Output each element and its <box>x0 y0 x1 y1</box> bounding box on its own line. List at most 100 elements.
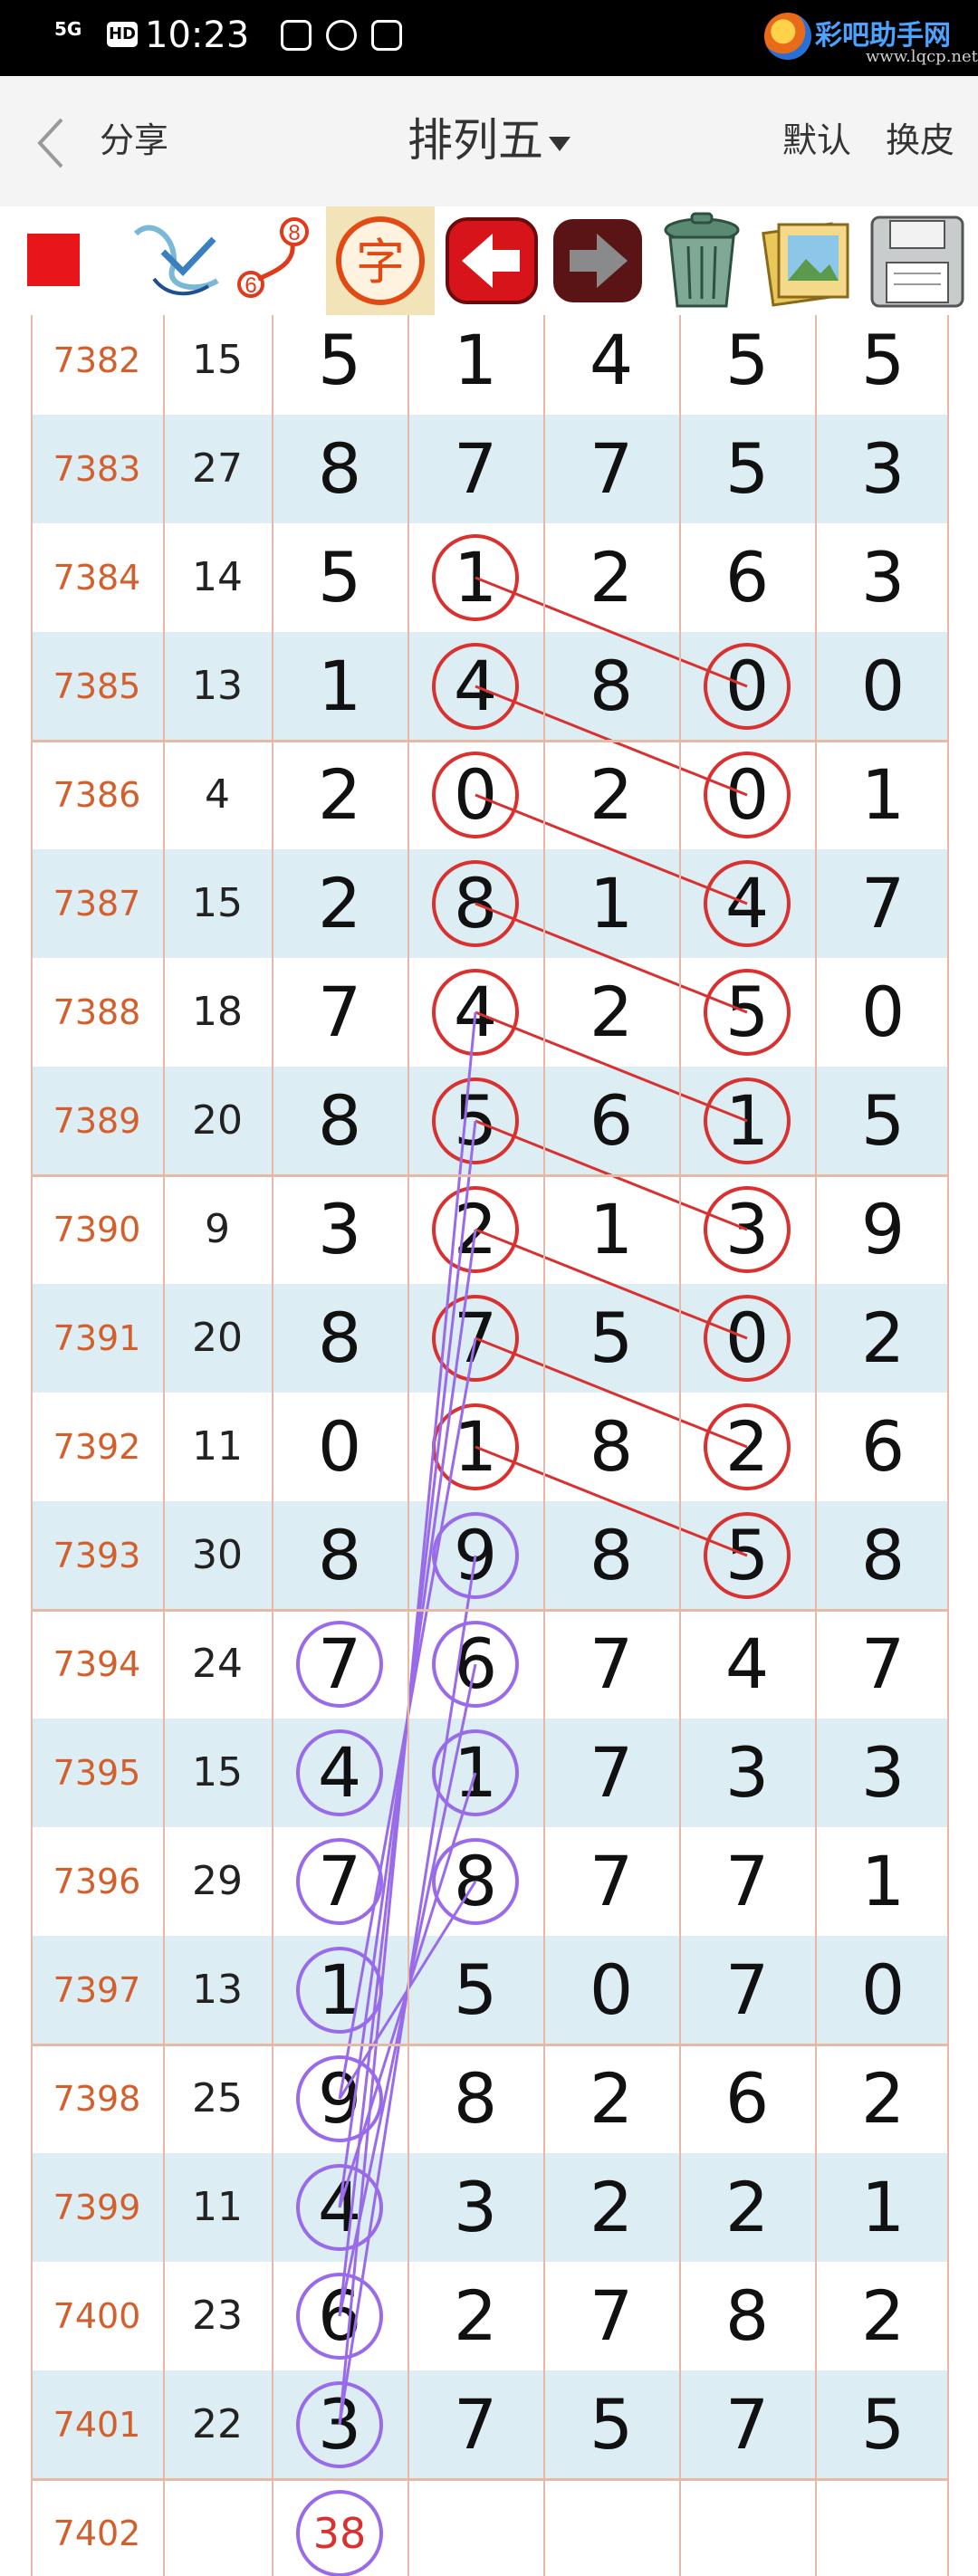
digit-cell-4[interactable]: 5 <box>679 958 815 1067</box>
digit-cell-3[interactable]: 2 <box>543 523 679 632</box>
digit-cell-4[interactable]: 4 <box>679 1610 815 1719</box>
digit-cell-5[interactable]: 7 <box>815 849 949 958</box>
red-square-icon[interactable] <box>27 234 80 286</box>
digit-cell-2[interactable]: 8 <box>408 2045 543 2153</box>
digit-cell-3[interactable]: 7 <box>543 2262 679 2370</box>
digit-cell-3[interactable]: 1 <box>543 1175 679 1284</box>
digit-cell-4[interactable]: 7 <box>679 1827 815 1936</box>
digit-cell-2[interactable]: 1 <box>408 523 543 632</box>
digit-cell-2[interactable]: 6 <box>408 1610 543 1719</box>
digit-cell-5[interactable]: 3 <box>815 523 949 632</box>
digit-cell-2[interactable]: 2 <box>408 1175 543 1284</box>
digit-cell-1[interactable]: 1 <box>272 1936 408 2045</box>
digit-cell-3[interactable]: 7 <box>543 1719 679 1827</box>
digit-cell-1[interactable]: 8 <box>272 1284 408 1393</box>
digit-cell-3[interactable]: 7 <box>543 1610 679 1719</box>
digit-cell-5[interactable]: 8 <box>815 1501 949 1610</box>
digit-cell-4[interactable]: 3 <box>679 1719 815 1827</box>
digit-cell-1[interactable]: 3 <box>272 1175 408 1284</box>
digit-cell-5[interactable]: 6 <box>815 1393 949 1501</box>
digit-cell-5[interactable]: 0 <box>815 1936 949 2045</box>
digit-cell-1[interactable]: 4 <box>272 1719 408 1827</box>
default-button[interactable]: 默认 <box>782 118 851 163</box>
digit-cell-5[interactable]: 0 <box>815 958 949 1067</box>
digit-cell-2[interactable]: 1 <box>408 315 543 415</box>
digit-cell-5[interactable]: 0 <box>815 632 949 741</box>
digit-cell-2[interactable]: 7 <box>408 1284 543 1393</box>
digit-cell-1[interactable]: 7 <box>272 1610 408 1719</box>
digit-cell-2[interactable]: 4 <box>408 958 543 1067</box>
digit-cell-5[interactable]: 9 <box>815 1175 949 1284</box>
digit-cell-5[interactable]: 3 <box>815 1719 949 1827</box>
photos-icon[interactable] <box>759 206 858 315</box>
digit-cell-4[interactable]: 5 <box>679 1501 815 1610</box>
number-link-icon[interactable]: 8 6 <box>231 206 321 315</box>
digit-cell-4[interactable]: 5 <box>679 315 815 415</box>
digit-cell-5[interactable]: 1 <box>815 2153 949 2262</box>
digit-cell-3[interactable]: 5 <box>543 1284 679 1393</box>
digit-cell-4[interactable]: 0 <box>679 741 815 849</box>
character-button[interactable]: 字 <box>326 206 435 315</box>
digit-cell-1[interactable]: 2 <box>272 741 408 849</box>
digit-cell-3[interactable]: 8 <box>543 1501 679 1610</box>
digit-cell-4[interactable]: 4 <box>679 849 815 958</box>
digit-cell-5[interactable]: 1 <box>815 1827 949 1936</box>
digit-cell-4[interactable]: 0 <box>679 632 815 741</box>
digit-cell-3[interactable]: 0 <box>543 1936 679 2045</box>
digit-cell-5[interactable]: 5 <box>815 1067 949 1175</box>
digit-cell-3[interactable]: 4 <box>543 315 679 415</box>
digit-cell-2[interactable]: 3 <box>408 2153 543 2262</box>
digit-cell-5[interactable]: 3 <box>815 415 949 523</box>
digit-cell-5[interactable]: 2 <box>815 2262 949 2370</box>
digit-cell-3[interactable]: 7 <box>543 1827 679 1936</box>
digit-cell-1[interactable]: 9 <box>272 2045 408 2153</box>
digit-cell-3[interactable]: 8 <box>543 632 679 741</box>
skin-button[interactable]: 换皮 <box>886 118 954 163</box>
digit-cell-4[interactable]: 5 <box>679 415 815 523</box>
digit-cell-1[interactable]: 8 <box>272 415 408 523</box>
digit-cell-1[interactable]: 3 <box>272 2370 408 2479</box>
digit-cell-1[interactable]: 7 <box>272 958 408 1067</box>
digit-cell-3[interactable]: 5 <box>543 2370 679 2479</box>
digit-cell-3[interactable]: 2 <box>543 741 679 849</box>
digit-cell-3[interactable]: 2 <box>543 958 679 1067</box>
digit-cell-4[interactable]: 6 <box>679 2045 815 2153</box>
digit-cell-4[interactable]: 1 <box>679 1067 815 1175</box>
digit-cell-2[interactable]: 7 <box>408 2370 543 2479</box>
digit-cell-3[interactable] <box>543 2479 679 2576</box>
digit-cell-3[interactable]: 8 <box>543 1393 679 1501</box>
digit-cell-5[interactable]: 2 <box>815 1284 949 1393</box>
digit-cell-4[interactable]: 2 <box>679 1393 815 1501</box>
digit-cell-4[interactable]: 2 <box>679 2153 815 2262</box>
digit-cell-5[interactable]: 5 <box>815 315 949 415</box>
digit-cell-1[interactable]: 38 <box>272 2479 408 2576</box>
digit-cell-1[interactable]: 6 <box>272 2262 408 2370</box>
digit-cell-3[interactable]: 7 <box>543 415 679 523</box>
digit-cell-2[interactable]: 4 <box>408 632 543 741</box>
digit-cell-4[interactable]: 0 <box>679 1284 815 1393</box>
digit-cell-4[interactable]: 7 <box>679 2370 815 2479</box>
digit-cell-1[interactable]: 7 <box>272 1827 408 1936</box>
save-icon[interactable] <box>865 206 969 315</box>
digit-cell-1[interactable]: 8 <box>272 1501 408 1610</box>
digit-cell-2[interactable]: 5 <box>408 1936 543 2045</box>
digit-cell-5[interactable] <box>815 2479 949 2576</box>
digit-cell-2[interactable]: 5 <box>408 1067 543 1175</box>
digit-cell-3[interactable]: 1 <box>543 849 679 958</box>
digit-cell-2[interactable]: 1 <box>408 1719 543 1827</box>
digit-cell-1[interactable]: 5 <box>272 315 408 415</box>
arrow-left-icon[interactable] <box>442 206 542 315</box>
digit-cell-2[interactable] <box>408 2479 543 2576</box>
digit-cell-2[interactable]: 8 <box>408 1827 543 1936</box>
digit-cell-2[interactable]: 7 <box>408 415 543 523</box>
digit-cell-1[interactable]: 0 <box>272 1393 408 1501</box>
digit-cell-1[interactable]: 2 <box>272 849 408 958</box>
digit-cell-1[interactable]: 8 <box>272 1067 408 1175</box>
digit-cell-3[interactable]: 2 <box>543 2153 679 2262</box>
digit-cell-5[interactable]: 5 <box>815 2370 949 2479</box>
digit-cell-5[interactable]: 7 <box>815 1610 949 1719</box>
digit-cell-4[interactable] <box>679 2479 815 2576</box>
arrow-right-icon[interactable] <box>548 206 647 315</box>
digit-cell-4[interactable]: 7 <box>679 1936 815 2045</box>
digit-cell-2[interactable]: 0 <box>408 741 543 849</box>
